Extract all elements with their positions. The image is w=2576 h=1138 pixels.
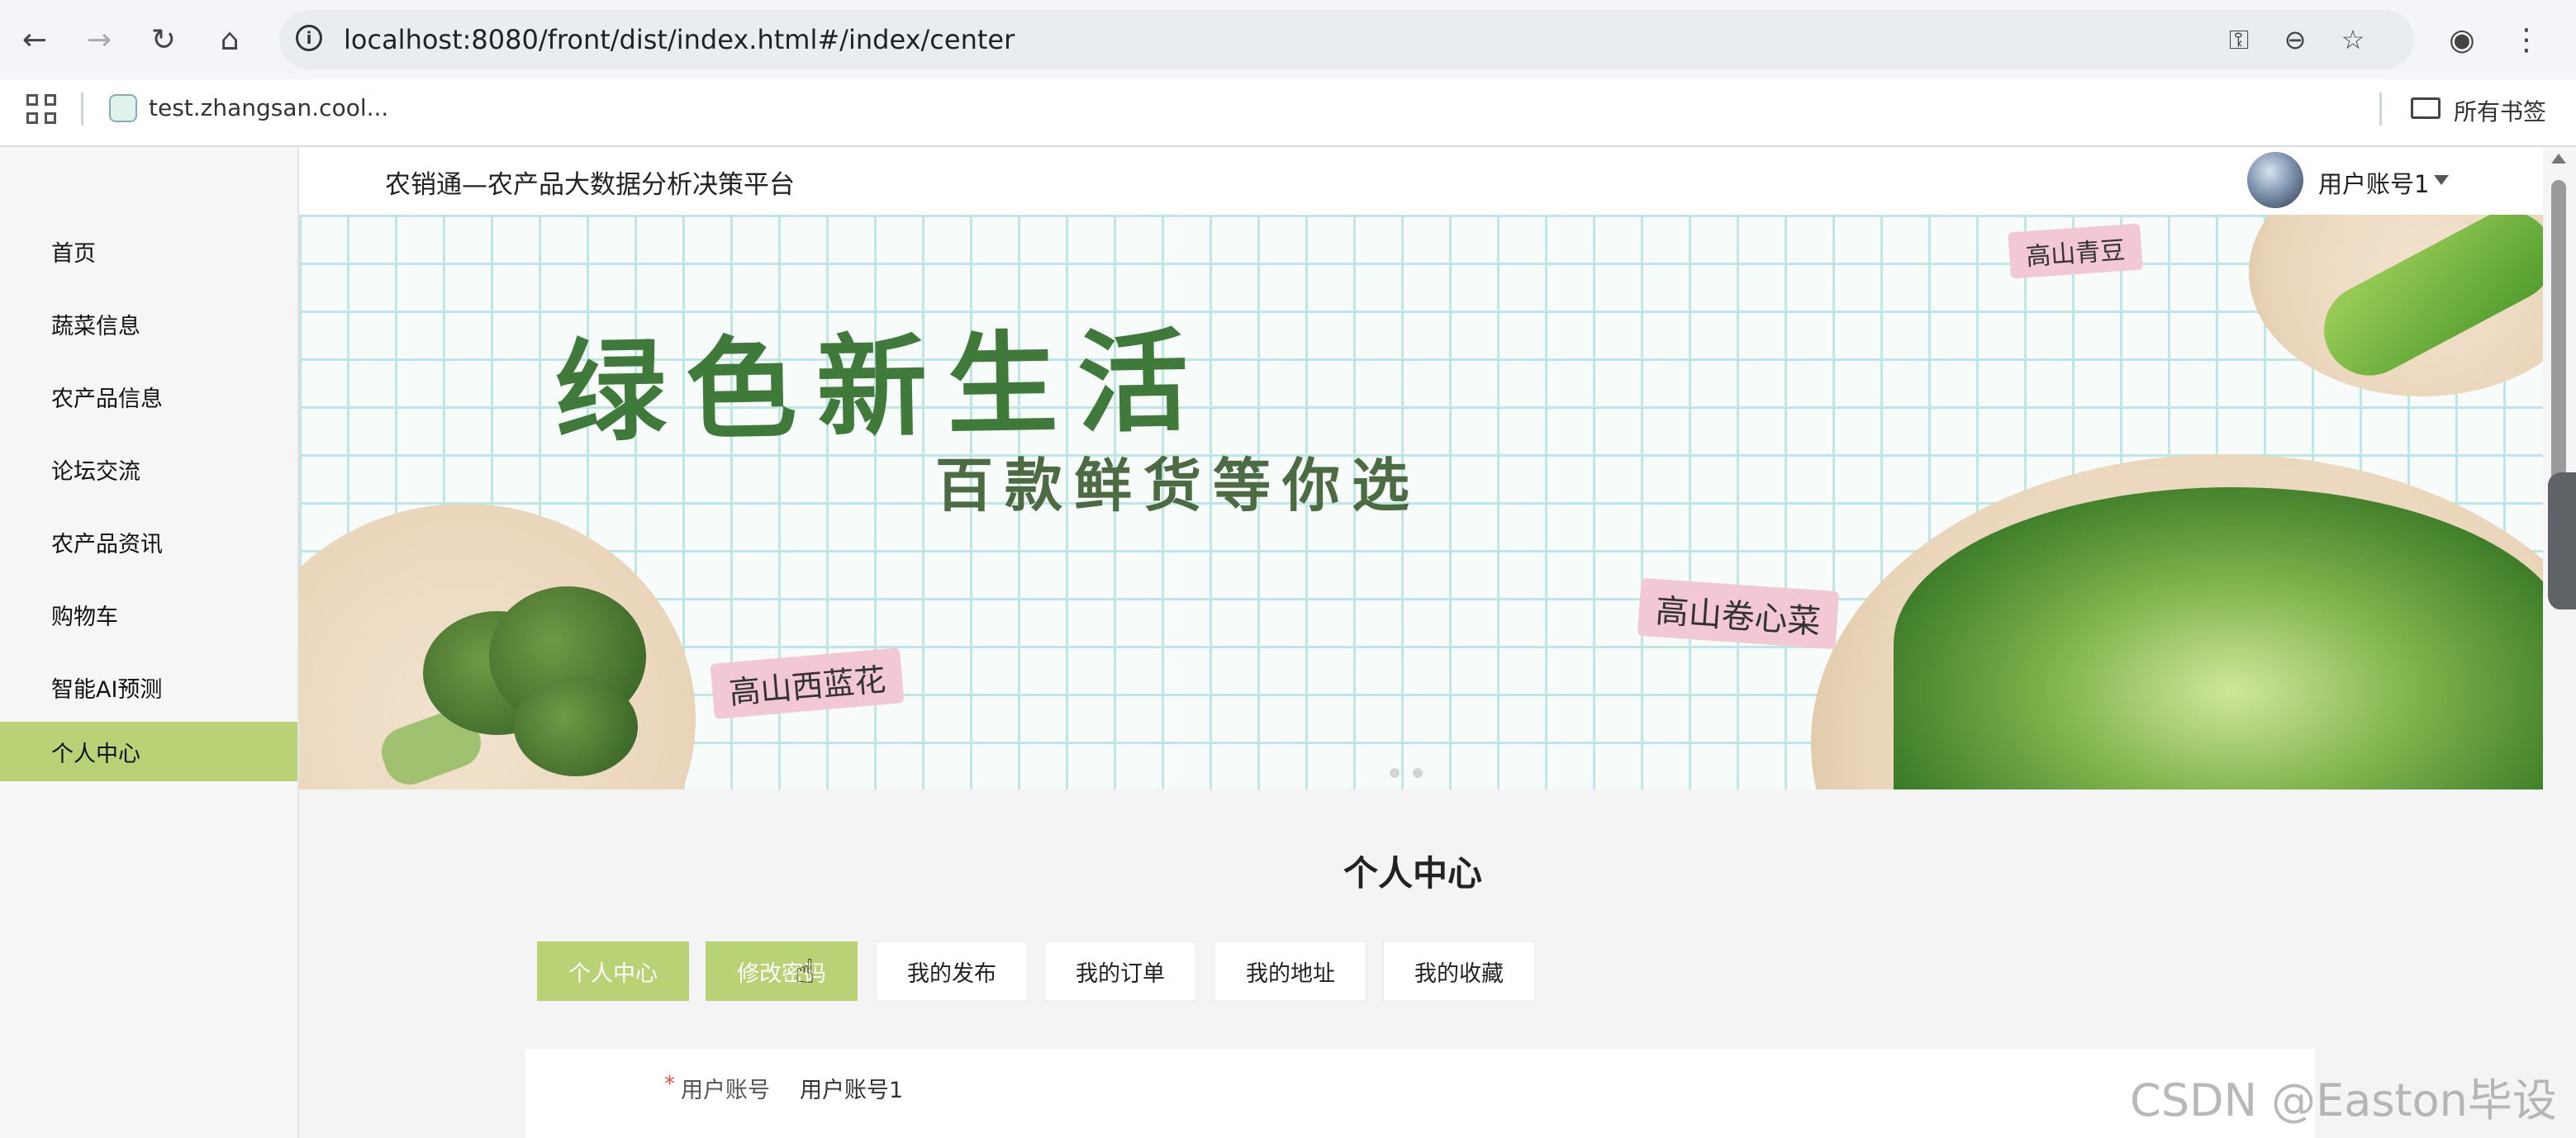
required-mark: * — [664, 1072, 675, 1097]
tab-my-addresses[interactable]: 我的地址 — [1214, 941, 1366, 1001]
account-label: 用户账号 — [681, 1078, 770, 1103]
forward-arrow-icon[interactable]: → — [79, 20, 119, 59]
avatar[interactable] — [2247, 152, 2303, 208]
banner-carousel[interactable]: 绿色新生活 百款鲜货等你选 高山青豆 高山西蓝花 高山卷心菜 — [299, 215, 2543, 789]
kebab-menu-icon[interactable]: ⋮ — [2507, 20, 2546, 59]
tab-change-password[interactable]: 修改密码 — [706, 941, 858, 1001]
sidebar-item-personal-center[interactable]: 个人中心 — [0, 722, 297, 781]
chevron-down-icon[interactable] — [2434, 175, 2449, 185]
apps-grid-icon[interactable] — [26, 94, 56, 124]
carousel-dot[interactable] — [1390, 768, 1400, 778]
home-icon[interactable]: ⌂ — [210, 20, 250, 59]
address-bar[interactable]: i localhost:8080/front/dist/index.html#/… — [279, 10, 2414, 69]
profile-form: * 用户账号 用户账号1 — [525, 1049, 2315, 1138]
user-menu-name[interactable]: 用户账号1 — [2318, 165, 2429, 200]
banner-headline: 绿色新生活 — [554, 315, 1210, 458]
all-bookmarks-link[interactable]: 所有书签 — [2454, 94, 2546, 127]
scrollbar[interactable] — [2543, 147, 2576, 1138]
bookmarks-bar: test.zhangsan.cool... 所有书签 — [0, 79, 2576, 147]
bookmark-favicon-icon[interactable] — [109, 94, 137, 122]
bookmark-separator — [81, 92, 83, 126]
key-icon[interactable]: ⚿ — [2222, 23, 2255, 56]
reload-icon[interactable]: ↻ — [144, 20, 183, 59]
sidebar-item-ai-forecast[interactable]: 智能AI预测 — [0, 657, 297, 717]
broccoli-image — [332, 578, 646, 789]
scroll-up-icon[interactable] — [2551, 154, 2566, 164]
tab-my-favorites[interactable]: 我的收藏 — [1383, 941, 1535, 1001]
sidebar-nav: 首页 蔬菜信息 农产品信息 论坛交流 农产品资讯 购物车 智能AI预测 个人中心 — [0, 147, 299, 1138]
url-text[interactable]: localhost:8080/front/dist/index.html#/in… — [344, 24, 1015, 55]
zoom-icon[interactable]: ⊖ — [2279, 23, 2312, 56]
app-title: 农销通—农产品大数据分析决策平台 — [385, 170, 795, 200]
tab-my-posts[interactable]: 我的发布 — [876, 941, 1028, 1001]
side-panel-handle[interactable] — [2548, 472, 2576, 609]
carousel-dot[interactable] — [1413, 768, 1423, 778]
banner-tag: 高山卷心菜 — [1637, 577, 1840, 650]
banner-subline: 百款鲜货等你选 — [935, 451, 1421, 519]
profile-icon[interactable]: ◉ — [2442, 20, 2482, 59]
tab-my-orders[interactable]: 我的订单 — [1044, 941, 1196, 1001]
app-header: 农销通—农产品大数据分析决策平台 用户账号1 — [299, 147, 2543, 215]
page-title: 个人中心 — [1343, 853, 1483, 894]
info-icon[interactable]: i — [296, 25, 322, 51]
watermark: CSDN @Easton毕设 — [2130, 1074, 2557, 1126]
tab-personal-center[interactable]: 个人中心 — [537, 941, 689, 1001]
sidebar-item-home[interactable]: 首页 — [0, 221, 297, 281]
back-arrow-icon[interactable]: ← — [15, 20, 55, 59]
bookmark-link[interactable]: test.zhangsan.cool... — [149, 94, 388, 121]
browser-toolbar: ← → ↻ ⌂ i localhost:8080/front/dist/inde… — [0, 0, 2576, 79]
banner-tag: 高山青豆 — [2008, 223, 2143, 279]
banner-tag: 高山西蓝花 — [710, 647, 905, 719]
sidebar-item-vegetables[interactable]: 蔬菜信息 — [0, 294, 297, 353]
account-value: 用户账号1 — [800, 1078, 904, 1103]
sidebar-item-news[interactable]: 农产品资讯 — [0, 512, 297, 571]
bookmark-separator — [2379, 92, 2382, 126]
star-icon[interactable]: ☆ — [2336, 23, 2369, 56]
hand-cursor-icon: ☝ — [795, 953, 815, 991]
sidebar-item-products[interactable]: 农产品信息 — [0, 367, 297, 426]
sidebar-item-forum[interactable]: 论坛交流 — [0, 439, 297, 499]
sidebar-item-cart[interactable]: 购物车 — [0, 585, 297, 644]
folder-icon[interactable] — [2411, 97, 2441, 119]
